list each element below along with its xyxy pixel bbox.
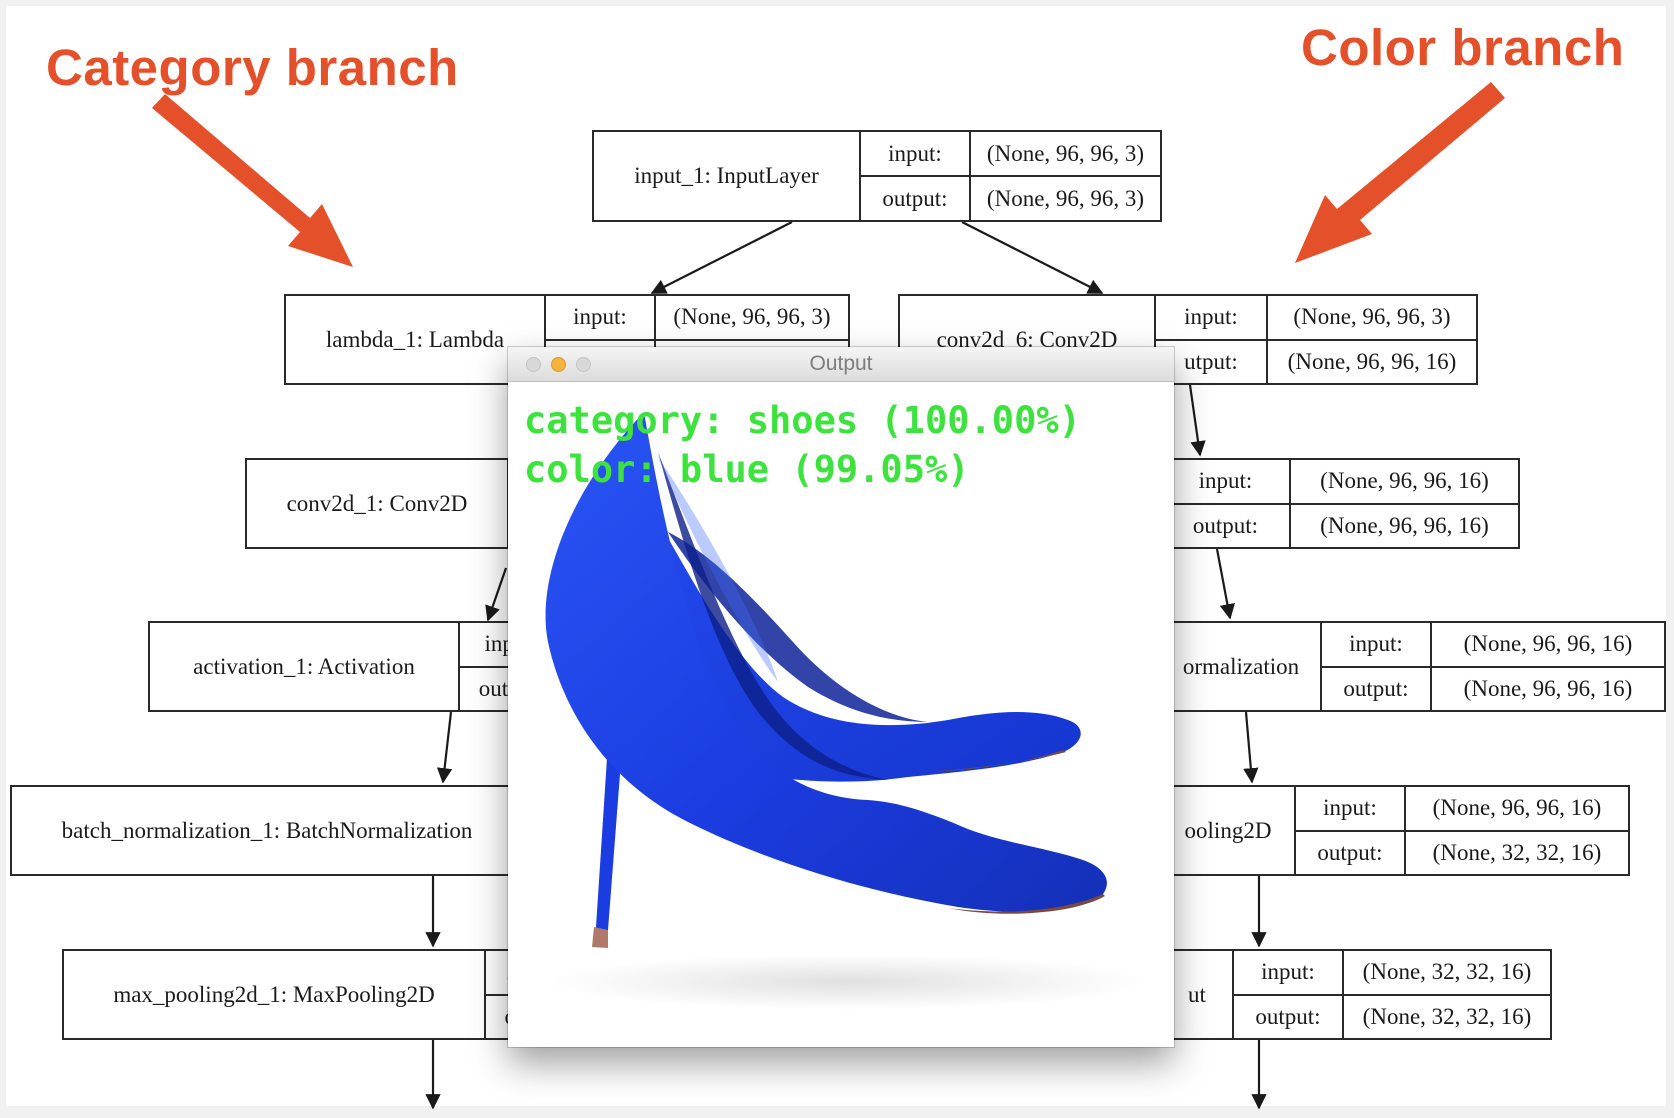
node-name: input_1: InputLayer [594, 132, 861, 220]
edge-category-2 [485, 567, 508, 622]
output-shape: (None, 96, 96, 3) [986, 185, 1145, 211]
node-shapes: (None, 32, 32, 16) (None, 32, 32, 16) [1344, 951, 1550, 1038]
node-name: max_pooling2d_1: MaxPooling2D [64, 951, 486, 1038]
node-shapes: (None, 96, 96, 16) (None, 96, 96, 16) [1432, 623, 1664, 710]
window-title: Output [809, 352, 873, 375]
input-shape: (None, 32, 32, 16) [1344, 951, 1550, 996]
node-name: ormalization [1162, 623, 1322, 710]
node-color-max-pooling2d: ooling2D input: output: (None, 96, 96, 1… [1160, 785, 1630, 876]
node-max-pooling2d-1: max_pooling2d_1: MaxPooling2D in ou [62, 949, 562, 1040]
color-branch-label: Color branch [1301, 19, 1625, 76]
category-branch-label: Category branch [46, 39, 459, 96]
edge-color-1 [1188, 384, 1206, 457]
node-shapes: (None, 96, 96, 3) (None, 96, 96, 16) [1268, 296, 1476, 383]
node-name: activation_1: Activation [150, 623, 460, 710]
input-shape: (None, 96, 96, 16) [1291, 460, 1518, 505]
diagram-canvas: Category branch Color branch input_1: In… [0, 0, 1674, 1118]
edge-input-to-conv2d-6 [961, 221, 1104, 294]
node-io-labels: input: output: [1322, 623, 1432, 710]
node-name: conv2d_1: Conv2D [247, 460, 509, 547]
input-label: input: [1162, 460, 1289, 505]
category-callout-arrow [152, 94, 353, 267]
input-label: input: [546, 296, 654, 341]
output-shape: (None, 96, 96, 16) [1287, 348, 1457, 374]
node-color-conv-activation: input: output: (None, 96, 96, 16) (None,… [1160, 458, 1520, 549]
input-label: input: [1296, 787, 1404, 832]
input-shape: (None, 96, 96, 3) [971, 132, 1160, 177]
node-io-labels: input: output: [1162, 460, 1291, 547]
node-shapes: (None, 96, 96, 16) (None, 32, 32, 16) [1406, 787, 1628, 874]
output-label: output: [1317, 839, 1383, 865]
input-shape: (None, 96, 96, 3) [656, 296, 848, 341]
input-label: input: [1322, 623, 1430, 668]
node-io-labels: input: output: [861, 132, 971, 220]
input-label: input: [1234, 951, 1342, 996]
window-content: category: shoes (100.00%) color: blue (9… [508, 382, 1174, 1047]
output-shape: (None, 96, 96, 16) [1320, 512, 1489, 538]
output-label: output: [882, 185, 948, 211]
output-shape: (None, 32, 32, 16) [1362, 1003, 1532, 1029]
input-shape: (None, 96, 96, 16) [1406, 787, 1628, 832]
output-label: output: [1343, 675, 1409, 701]
node-io-labels: input: output: [1296, 787, 1406, 874]
output-window: Output category: shoes (100.00%) color: … [508, 347, 1174, 1047]
floor-shadow [548, 954, 1148, 1010]
input-shape: (None, 96, 96, 16) [1432, 623, 1664, 668]
category-prediction-text: category: shoes (100.00%) [524, 399, 1081, 442]
window-titlebar[interactable]: Output [508, 347, 1174, 382]
node-activation-1: activation_1: Activation inpu outpu [148, 621, 568, 712]
node-input-layer: input_1: InputLayer input: output: (None… [592, 130, 1162, 222]
edge-color-3 [1243, 711, 1259, 784]
output-shape: (None, 32, 32, 16) [1432, 839, 1602, 865]
output-label: output: [1255, 1003, 1321, 1029]
input-label: input: [861, 132, 969, 177]
node-shapes: (None, 96, 96, 16) (None, 96, 96, 16) [1291, 460, 1518, 547]
node-color-batch-normalization: ormalization input: output: (None, 96, 9… [1160, 621, 1666, 712]
node-io-labels: input: output: [1234, 951, 1344, 1038]
color-prediction-text: color: blue (99.05%) [524, 448, 970, 491]
output-shape: (None, 96, 96, 16) [1463, 675, 1633, 701]
node-shapes: (None, 96, 96, 3) (None, 96, 96, 3) [971, 132, 1160, 220]
color-callout-arrow [1295, 82, 1505, 263]
node-name: ooling2D [1162, 787, 1296, 874]
edge-color-2 [1215, 548, 1236, 620]
node-name: lambda_1: Lambda [286, 296, 546, 383]
output-label: output: [1192, 512, 1259, 538]
input-shape: (None, 96, 96, 3) [1268, 296, 1476, 341]
node-batch-normalization-1: batch_normalization_1: BatchNormalizatio… [10, 785, 550, 876]
node-color-dropout: ut input: output: (None, 32, 32, 16) (No… [1160, 949, 1552, 1040]
node-name: batch_normalization_1: BatchNormalizatio… [61, 817, 473, 843]
input-label: input: [1156, 296, 1266, 341]
edge-input-to-lambda [650, 221, 793, 294]
edge-category-3 [436, 711, 453, 784]
